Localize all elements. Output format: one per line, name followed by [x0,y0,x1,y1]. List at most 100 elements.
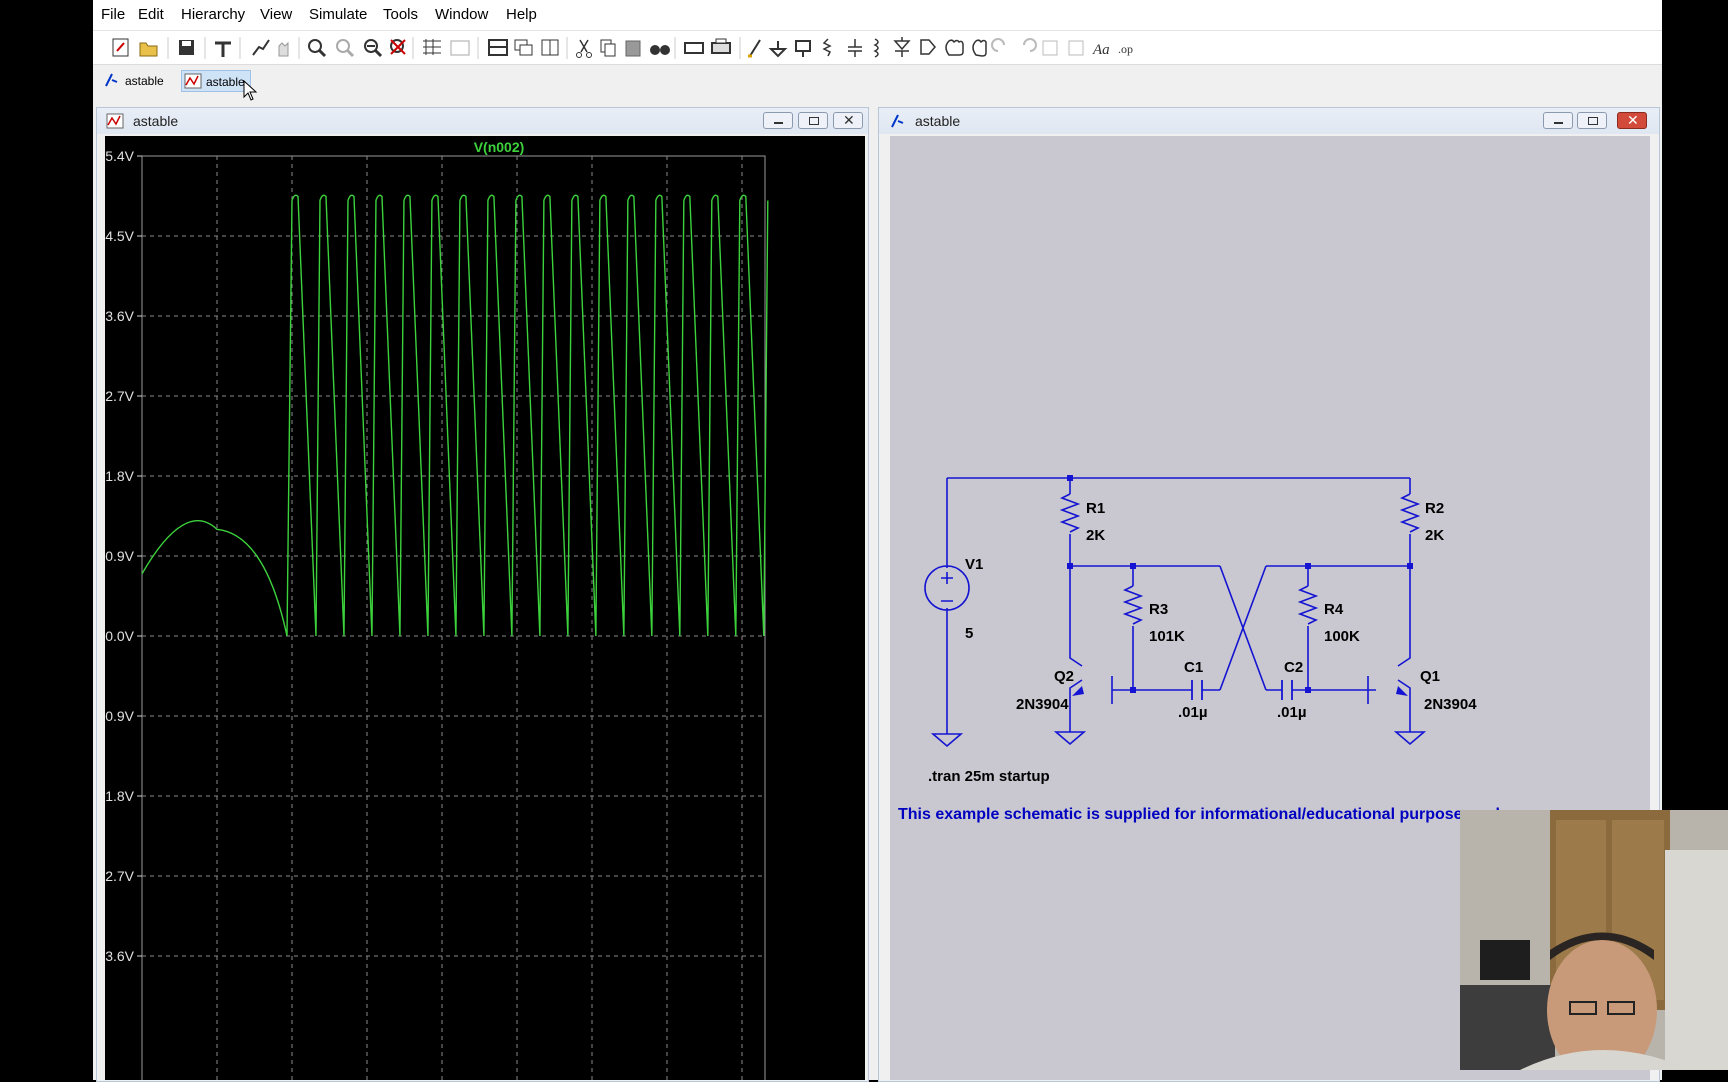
ground-symbols [930,731,1427,748]
new-schematic-icon[interactable] [112,38,129,57]
pan-icon[interactable] [336,39,355,58]
r4-name[interactable]: R4 [1324,601,1344,618]
r4-symbol[interactable] [1297,585,1319,625]
r4-value[interactable]: 100K [1324,628,1360,645]
control-panel-icon[interactable] [215,41,231,57]
tab-waveform[interactable]: astable [181,70,251,92]
open-icon[interactable] [139,42,158,57]
menu-view[interactable]: View [260,6,292,23]
capacitor-icon[interactable] [848,39,862,57]
r1-symbol[interactable] [1059,493,1081,533]
menu-edit[interactable]: Edit [138,6,164,23]
halt-icon[interactable] [278,41,289,57]
v1-symbol[interactable] [924,565,970,611]
c2-value[interactable]: .01µ [1277,704,1307,721]
autorange-icon[interactable] [423,39,441,55]
c2-name[interactable]: C2 [1284,659,1303,676]
waveform-plot[interactable]: V(n002) 5.4V 4.5V 3.6V 2.7V 1.8V 0.9V 0.0V -0.9… [105,136,865,1080]
y-tick-label: 1.8V [105,468,134,484]
schematic-note[interactable]: This example schematic is supplied for i… [898,806,1509,823]
waveform-chart: V(n002) 5.4V 4.5V 3.6V 2.7V 1.8V 0.9V 0.0V -0.9… [105,139,769,1080]
menu-window[interactable]: Window [435,6,488,23]
y-tick-label: 0.9V [105,548,134,564]
r2-value[interactable]: 2K [1425,527,1444,544]
draw-wire-icon[interactable] [748,39,761,58]
manual-limits-icon[interactable] [450,40,470,56]
v1-value[interactable]: 5 [965,625,973,642]
r1-value[interactable]: 2K [1086,527,1105,544]
component-icon[interactable] [920,39,936,55]
q2-name[interactable]: Q2 [1054,668,1074,685]
cascade-icon[interactable] [514,39,533,56]
menu-help[interactable]: Help [506,6,537,23]
tile-vertical-icon[interactable] [541,39,559,56]
spice-directive[interactable]: .tran 25m startup [928,768,1050,785]
transistor-arrows [1072,686,1408,696]
plot-grid [141,155,766,1080]
q1-name[interactable]: Q1 [1420,668,1440,685]
undo-icon[interactable] [991,38,1005,52]
svg-text:Aa: Aa [1092,42,1110,58]
print-preview-icon[interactable] [684,42,704,54]
copy-icon[interactable] [600,39,616,57]
diode-icon[interactable] [893,37,911,57]
menu-tools[interactable]: Tools [383,6,418,23]
mirror-icon[interactable] [1068,40,1084,56]
find-icon[interactable] [650,45,670,55]
move-icon[interactable] [945,39,964,56]
minimize-button[interactable] [1543,112,1573,129]
save-icon[interactable] [179,40,194,55]
redo-icon[interactable] [1023,38,1037,52]
r1-name[interactable]: R1 [1086,500,1105,517]
rotate-icon[interactable] [1042,40,1058,56]
webcam-image [1460,810,1728,1070]
maximize-button[interactable] [1577,112,1607,129]
c2-symbol[interactable] [1281,680,1293,700]
r2-symbol[interactable] [1399,493,1421,533]
r3-name[interactable]: R3 [1149,601,1168,618]
menu-file[interactable]: File [101,6,125,23]
q2-value[interactable]: 2N3904 [1016,696,1069,713]
spice-directive-icon[interactable]: .op [1118,42,1133,56]
menu-simulate[interactable]: Simulate [309,6,367,23]
paste-icon[interactable] [625,40,641,57]
y-tick-label: -1.8V [105,788,135,804]
waveform-window-titlebar[interactable]: astable ✕ [97,108,868,134]
trace-v-n002[interactable] [141,194,769,637]
drag-icon[interactable] [972,39,987,57]
waveform-icon [106,113,124,129]
cut-icon[interactable] [576,39,592,58]
run-icon[interactable] [252,39,270,56]
print-icon[interactable] [711,38,731,54]
schematic-window-titlebar[interactable]: astable ✕ [879,108,1659,134]
resistor-icon[interactable] [822,38,832,57]
menu-hierarchy[interactable]: Hierarchy [181,6,245,23]
minimize-button[interactable] [763,112,793,129]
ground-icon[interactable] [768,41,788,58]
zoom-in-icon[interactable] [308,39,327,58]
text-icon[interactable]: Aa [1092,42,1110,58]
label-net-icon[interactable] [795,40,811,57]
c1-symbol[interactable] [1191,680,1203,700]
v1-name[interactable]: V1 [965,556,983,573]
close-button[interactable]: ✕ [1617,112,1647,129]
inductor-icon[interactable] [873,38,879,58]
component-labels: R1 2K R2 2K R3 101K R4 100K C1 .01µ C2 .… [928,500,1477,785]
trace-label[interactable]: V(n002) [474,139,525,155]
q1-value[interactable]: 2N3904 [1424,696,1477,713]
zoom-out-icon[interactable] [364,39,383,58]
r3-value[interactable]: 101K [1149,628,1185,645]
maximize-button[interactable] [798,112,828,129]
waveform-window-title: astable [133,113,179,129]
tab-schematic[interactable]: astable [101,70,173,92]
schematic-icon [891,114,904,128]
zoom-cancel-icon[interactable] [390,39,406,55]
r3-symbol[interactable] [1122,585,1144,625]
y-tick-label: -2.7V [105,868,135,884]
tile-horizontal-icon[interactable] [488,39,508,56]
c1-value[interactable]: .01µ [1178,704,1208,721]
menu-bar: File Edit Hierarchy View Simulate Tools … [93,0,1662,31]
c1-name[interactable]: C1 [1184,659,1203,676]
close-button[interactable]: ✕ [833,112,863,129]
r2-name[interactable]: R2 [1425,500,1444,517]
